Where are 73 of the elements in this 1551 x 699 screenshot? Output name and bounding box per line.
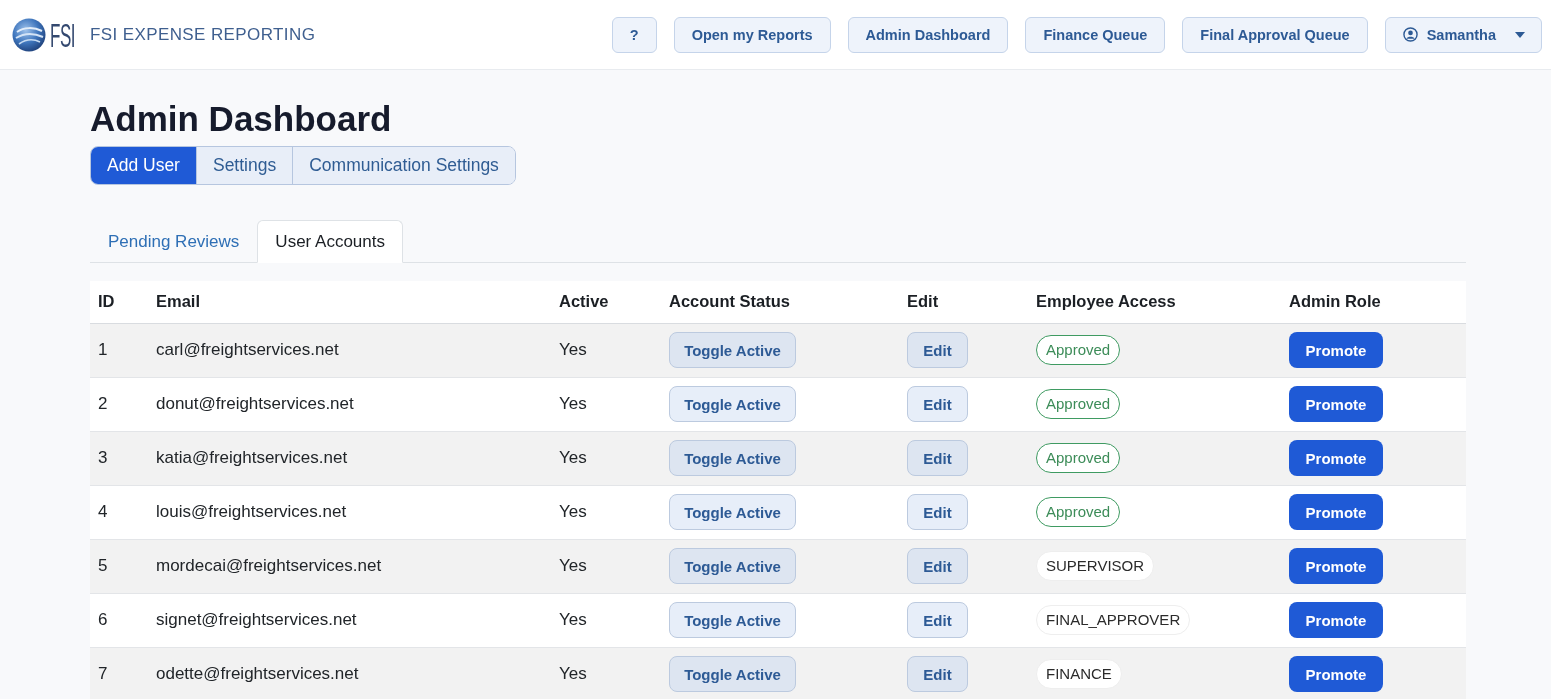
user-menu-button[interactable]: Samantha [1384,16,1542,53]
edit-button[interactable]: Edit [907,548,968,584]
edit-button[interactable]: Edit [907,386,968,422]
table-cell: 3 [98,448,108,467]
role-badge: FINANCE [1036,659,1122,689]
nav-button[interactable]: Final Approval Queue [1182,16,1368,53]
column-header: Edit [907,292,939,311]
table-cell: louis@freightservices.net [156,502,347,521]
status-badge: Approved [1036,335,1121,365]
table-cell: odette@freightservices.net [156,664,359,683]
edit-button[interactable]: Edit [907,494,968,530]
user-avatar-icon [1402,27,1418,42]
promote-button[interactable]: Promote [1289,602,1383,638]
edit-button[interactable]: Edit [907,332,968,368]
promote-button[interactable]: Promote [1289,332,1383,368]
logo-mark: FSI [50,16,75,53]
edit-button[interactable]: Edit [907,440,968,476]
action-button[interactable]: Communication Settings [292,147,515,184]
edit-button[interactable]: Edit [907,656,968,692]
table-cell: Yes [559,448,587,467]
status-badge: Approved [1036,497,1121,527]
nav-button[interactable]: ? [611,16,657,53]
action-button[interactable]: Settings [195,147,293,184]
edit-button[interactable]: Edit [907,602,968,638]
table-cell: 5 [98,556,108,575]
nav-button[interactable]: Open my Reports [673,16,831,53]
role-badge: SUPERVISOR [1036,551,1155,581]
nav-button[interactable]: Finance Queue [1025,16,1166,53]
promote-button[interactable]: Promote [1289,494,1383,530]
status-badge: Approved [1036,443,1121,473]
table-cell: 4 [98,502,108,521]
role-badge: FINAL_APPROVER [1036,605,1191,635]
column-header: Admin Role [1289,292,1381,311]
column-header: Employee Access [1036,292,1176,311]
nav-button[interactable]: Admin Dashboard [847,16,1009,53]
table-cell: donut@freightservices.net [156,394,354,413]
column-header: Email [156,292,201,311]
caret-icon [1515,31,1525,38]
table-cell: katia@freightservices.net [156,448,348,467]
table-cell: Yes [559,502,587,521]
tab[interactable]: User Accounts [257,220,403,263]
tab[interactable]: Pending Reviews [90,220,258,263]
toggle-active-button[interactable]: Toggle Active [669,332,796,368]
table-cell: signet@freightservices.net [156,610,357,629]
globe-logo-icon [12,17,46,52]
toggle-active-button[interactable]: Toggle Active [669,548,796,584]
table-cell: Yes [559,610,587,629]
toggle-active-button[interactable]: Toggle Active [669,440,796,476]
column-header: Account Status [669,292,790,311]
table-cell: Yes [559,556,587,575]
promote-button[interactable]: Promote [1289,548,1383,584]
column-header: ID [98,292,115,311]
table-cell: Yes [559,394,587,413]
table-cell: 2 [98,394,108,413]
toggle-active-button[interactable]: Toggle Active [669,602,796,638]
table-cell: 1 [98,340,108,359]
page-title: Admin Dashboard [90,98,393,140]
toggle-active-button[interactable]: Toggle Active [669,386,796,422]
action-button[interactable]: Add User [91,147,196,184]
toggle-active-button[interactable]: Toggle Active [669,494,796,530]
status-badge: Approved [1036,389,1121,419]
table-cell: 7 [98,664,108,683]
toggle-active-button[interactable]: Toggle Active [669,656,796,692]
app-name: FSI EXPENSE REPORTING [89,24,316,45]
column-header: Active [559,292,609,311]
promote-button[interactable]: Promote [1289,656,1383,692]
table-cell: Yes [559,340,587,359]
table-cell: carl@freightservices.net [156,340,339,359]
promote-button[interactable]: Promote [1289,386,1383,422]
table-cell: mordecai@freightservices.net [156,556,382,575]
promote-button[interactable]: Promote [1289,440,1383,476]
table-cell: 6 [98,610,108,629]
table-cell: Yes [559,664,587,683]
